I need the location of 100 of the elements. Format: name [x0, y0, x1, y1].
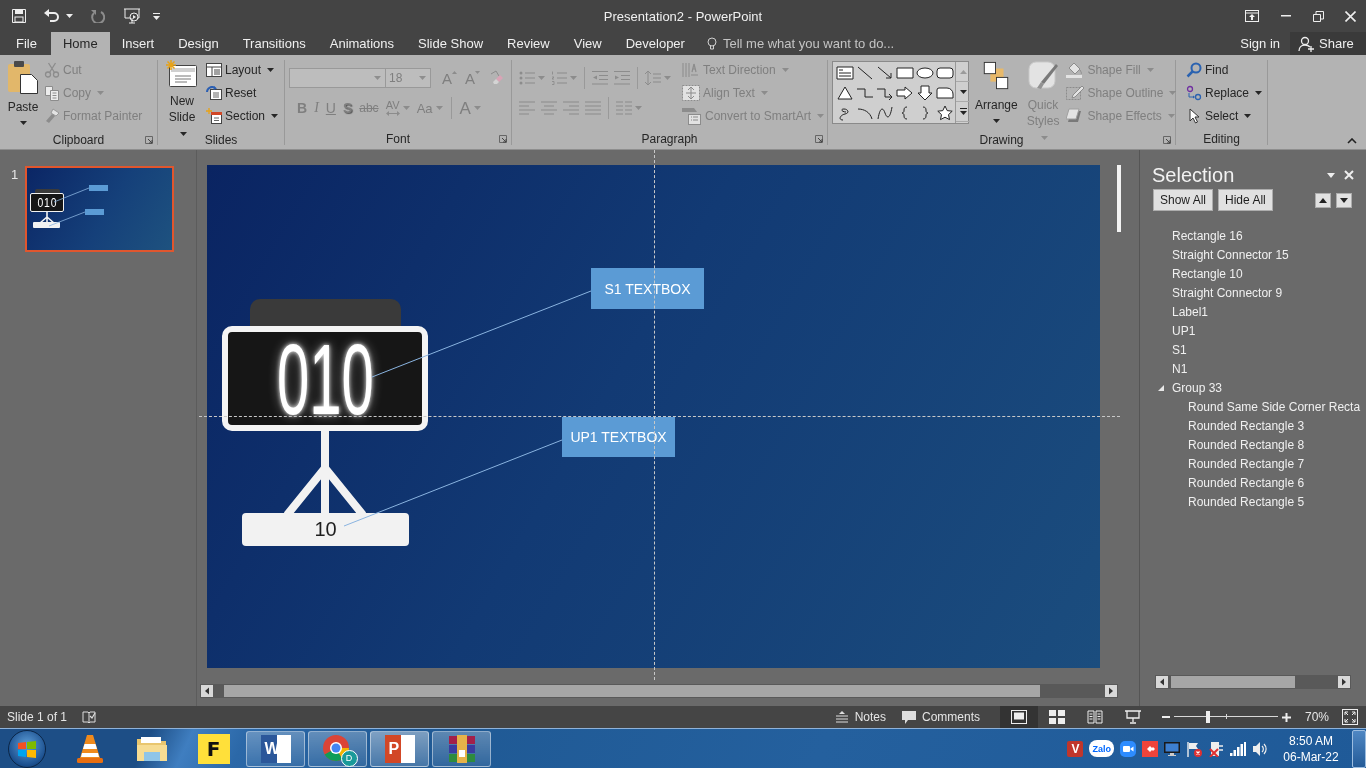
- selection-item[interactable]: S1: [1172, 342, 1187, 357]
- triangle-shape-icon[interactable]: [836, 85, 854, 101]
- video-camera-icon[interactable]: [1120, 740, 1136, 757]
- line-shape-icon[interactable]: [856, 65, 874, 81]
- signal-bars-icon[interactable]: [1230, 741, 1246, 756]
- replace-button[interactable]: Replace: [1184, 81, 1265, 104]
- taskbar-button[interactable]: D: [308, 730, 367, 767]
- scrollbar-thumb[interactable]: [1171, 676, 1295, 688]
- find-button[interactable]: Find: [1184, 58, 1265, 81]
- zoom-slider[interactable]: [1174, 711, 1278, 723]
- selection-item[interactable]: N1: [1172, 361, 1188, 376]
- paste-button[interactable]: Paste: [4, 58, 42, 130]
- arrow-line-shape-icon[interactable]: [876, 65, 894, 81]
- selection-item[interactable]: Straight Connector 15: [1172, 247, 1289, 262]
- start-button[interactable]: [8, 729, 46, 768]
- selection-item[interactable]: Rectangle 16: [1172, 228, 1243, 243]
- right-arrow-shape-icon[interactable]: [896, 85, 914, 101]
- selection-item[interactable]: Rounded Rectangle 6: [1188, 475, 1305, 490]
- reset-button[interactable]: Reset: [203, 81, 280, 104]
- rectangle-shape-icon[interactable]: [896, 65, 914, 81]
- pane-button[interactable]: Show All: [1153, 189, 1214, 211]
- tray-app-logo[interactable]: V: [1067, 740, 1084, 757]
- ribbon-tab[interactable]: Home: [50, 32, 110, 55]
- selection-item[interactable]: Straight Connector 9: [1172, 285, 1283, 300]
- collapse-ribbon-icon[interactable]: [1347, 138, 1357, 144]
- dialog-launcher-icon[interactable]: [1163, 136, 1171, 144]
- selection-item[interactable]: Group 33: [1172, 380, 1223, 395]
- pane-options-caret-icon[interactable]: [1327, 172, 1335, 178]
- section-button[interactable]: Section: [203, 104, 280, 127]
- ribbon-tab[interactable]: Developer: [613, 32, 697, 55]
- share-button[interactable]: Share: [1290, 32, 1366, 55]
- diamond-tile-icon[interactable]: [1142, 740, 1158, 757]
- ribbon-tab[interactable]: File: [8, 32, 51, 55]
- ribbon-tab[interactable]: Animations: [317, 32, 407, 55]
- ribbon-tab[interactable]: Review: [495, 32, 562, 55]
- pane-button[interactable]: Hide All: [1218, 189, 1273, 211]
- comments-button[interactable]: Comments: [894, 706, 988, 728]
- scroll-right-icon[interactable]: [1338, 676, 1350, 688]
- dialog-launcher-icon[interactable]: [145, 136, 153, 144]
- fit-to-window-icon[interactable]: [1342, 709, 1358, 725]
- slide-thumbnail[interactable]: 010: [25, 166, 174, 252]
- arrange-button[interactable]: Arrange: [972, 58, 1021, 130]
- select-button[interactable]: Select: [1184, 104, 1265, 127]
- zoom-level-button[interactable]: 70%: [1300, 710, 1334, 724]
- horizontal-scrollbar[interactable]: [200, 684, 1118, 698]
- move-up-button[interactable]: [1315, 192, 1331, 208]
- star-shape-icon[interactable]: [936, 105, 954, 121]
- sign-in-link[interactable]: Sign in: [1232, 32, 1288, 55]
- arc-shape-icon[interactable]: [856, 105, 874, 121]
- down-arrow-shape-icon[interactable]: [916, 85, 934, 101]
- scroll-right-icon[interactable]: [1105, 685, 1117, 697]
- pane-horizontal-scrollbar[interactable]: [1155, 675, 1351, 689]
- selection-item[interactable]: Rounded Rectangle 3: [1188, 418, 1305, 433]
- show-desktop-button[interactable]: [1352, 729, 1366, 768]
- taskbar-button[interactable]: [432, 730, 491, 767]
- selection-item[interactable]: Rectangle 10: [1172, 266, 1243, 281]
- monitor-icon[interactable]: [1164, 740, 1180, 757]
- zoom-slider-thumb[interactable]: [1206, 711, 1211, 723]
- ribbon-tab[interactable]: Slide Show: [406, 32, 496, 55]
- ribbon-tab[interactable]: Design: [166, 32, 231, 55]
- rounded-rectangle-shape-icon[interactable]: [936, 65, 954, 81]
- chat-bubble-logo[interactable]: Zalo: [1089, 740, 1114, 757]
- speaker-icon[interactable]: [1252, 740, 1268, 757]
- oval-shape-icon[interactable]: [916, 65, 934, 81]
- plug-error-icon[interactable]: [1208, 740, 1224, 757]
- tell-me-field[interactable]: Tell me what you want to do...: [722, 33, 893, 54]
- close-icon[interactable]: [1344, 170, 1354, 180]
- ribbon-tab[interactable]: View: [561, 32, 614, 55]
- curve-shape-icon[interactable]: [876, 105, 894, 121]
- clock-time[interactable]: 8:50 AM: [1289, 732, 1333, 749]
- normal-view-button[interactable]: [1000, 706, 1038, 728]
- ribbon-tab[interactable]: Transitions: [230, 32, 318, 55]
- vertical-scrollbar-thumb[interactable]: [1117, 165, 1121, 232]
- move-down-button[interactable]: [1336, 192, 1352, 208]
- guide-line[interactable]: [654, 150, 655, 680]
- new-slide-button[interactable]: New Slide: [162, 58, 202, 130]
- layout-button[interactable]: Layout: [203, 58, 280, 81]
- selection-item[interactable]: Rounded Rectangle 5: [1188, 494, 1305, 509]
- scroll-left-icon[interactable]: [201, 685, 213, 697]
- clock-date[interactable]: 06-Mar-22: [1283, 748, 1339, 765]
- flag-error-icon[interactable]: [1186, 740, 1202, 757]
- scrollbar-thumb[interactable]: [224, 685, 1040, 697]
- dialog-launcher-icon[interactable]: [499, 135, 507, 143]
- guide-line[interactable]: [199, 416, 1120, 417]
- selection-item[interactable]: Round Same Side Corner Recta: [1188, 399, 1361, 414]
- proofing-book-icon[interactable]: [82, 710, 97, 724]
- elbow-arrow-shape-icon[interactable]: [876, 85, 894, 101]
- selection-item[interactable]: Label1: [1172, 304, 1209, 319]
- expanded-triangle-icon[interactable]: [1158, 384, 1164, 391]
- zoom-in-icon[interactable]: [1282, 712, 1291, 722]
- taskbar-button[interactable]: F: [184, 730, 243, 767]
- selection-item[interactable]: Rounded Rectangle 8: [1188, 437, 1305, 452]
- selection-item[interactable]: UP1: [1172, 323, 1196, 338]
- dialog-launcher-icon[interactable]: [815, 135, 823, 143]
- taskbar-button[interactable]: P: [370, 730, 429, 767]
- notes-button[interactable]: Notes: [826, 706, 894, 728]
- selection-item[interactable]: Rounded Rectangle 7: [1188, 456, 1305, 471]
- scroll-left-icon[interactable]: [1156, 676, 1168, 688]
- ribbon-tab[interactable]: Insert: [109, 32, 167, 55]
- text-box-shape-icon[interactable]: [836, 65, 854, 81]
